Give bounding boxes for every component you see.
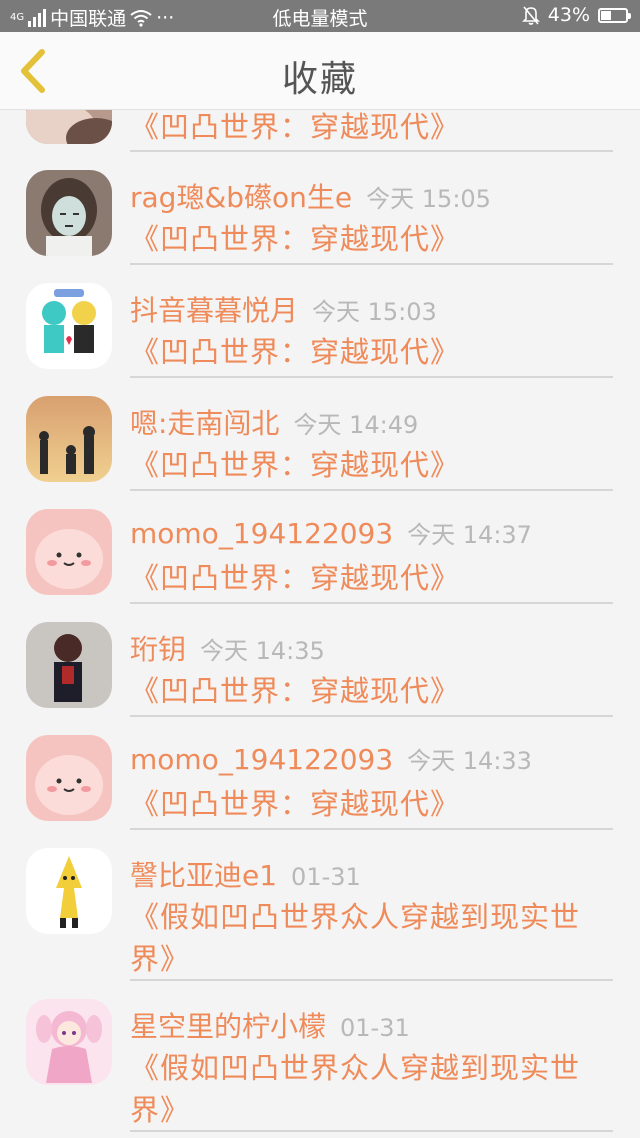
username[interactable]: momo_194122093	[130, 517, 393, 550]
username[interactable]: 珩钥	[130, 633, 186, 666]
timestamp: 01-31	[291, 863, 361, 891]
list-item[interactable]: 星空里的柠小檬 01-31 《假如凹凸世界众人穿越到现实世界》	[0, 995, 640, 1138]
divider	[130, 715, 613, 717]
timestamp: 今天 14:37	[407, 521, 532, 549]
novel-title[interactable]: 《假如凹凸世界众人穿越到现实世界》	[130, 1047, 610, 1131]
mute-bell-icon	[521, 6, 540, 25]
avatar[interactable]	[26, 622, 112, 708]
novel-title[interactable]: 《凹凸世界：穿越现代》	[130, 218, 610, 260]
avatar[interactable]	[26, 999, 112, 1085]
avatar[interactable]	[26, 170, 112, 256]
list-item[interactable]: 珩钥 今天 14:35 《凹凸世界：穿越现代》	[0, 618, 640, 730]
username[interactable]: 星空里的柠小檬	[130, 1010, 326, 1043]
favorites-list: 《凹凸世界：穿越现代》 rag璁&b礤on生e 今天 15:05 《凹凸世界：穿越…	[0, 110, 640, 1138]
divider	[130, 1130, 613, 1132]
divider	[130, 602, 613, 604]
avatar[interactable]	[26, 110, 112, 144]
divider	[130, 263, 613, 265]
username[interactable]: 謦比亚迪e1	[130, 859, 277, 892]
avatar[interactable]	[26, 396, 112, 482]
divider	[130, 376, 613, 378]
novel-title[interactable]: 《凹凸世界：穿越现代》	[130, 557, 610, 599]
timestamp: 今天 14:35	[200, 637, 325, 665]
nav-bar: 收藏	[0, 32, 640, 110]
divider	[130, 979, 613, 981]
page-title: 收藏	[281, 59, 358, 100]
timestamp: 今天 15:03	[312, 298, 437, 326]
battery-percent: 43%	[547, 4, 590, 26]
novel-title[interactable]: 《凹凸世界：穿越现代》	[130, 670, 610, 712]
novel-title[interactable]: 《凹凸世界：穿越现代》	[130, 783, 610, 825]
username[interactable]: 嗯:走南闯北	[130, 407, 279, 440]
list-item[interactable]: 《凹凸世界：穿越现代》	[0, 110, 640, 158]
list-item[interactable]: rag璁&b礤on生e 今天 15:05 《凹凸世界：穿越现代》	[0, 166, 640, 278]
novel-title[interactable]: 《凹凸世界：穿越现代》	[130, 331, 610, 373]
avatar[interactable]	[26, 735, 112, 821]
username[interactable]: momo_194122093	[130, 743, 393, 776]
list-item[interactable]: 抖音暮暮悦月 今天 15:03 《凹凸世界：穿越现代》	[0, 279, 640, 391]
avatar[interactable]	[26, 848, 112, 934]
list-item[interactable]: momo_194122093 今天 14:33 《凹凸世界：穿越现代》	[0, 731, 640, 843]
username[interactable]: 抖音暮暮悦月	[130, 294, 298, 327]
list-item[interactable]: 謦比亚迪e1 01-31 《假如凹凸世界众人穿越到现实世界》	[0, 844, 640, 994]
divider	[130, 489, 613, 491]
novel-title[interactable]: 《凹凸世界：穿越现代》	[130, 444, 610, 486]
list-item[interactable]: momo_194122093 今天 14:37 《凹凸世界：穿越现代》	[0, 505, 640, 617]
username[interactable]: rag璁&b礤on生e	[130, 181, 352, 214]
timestamp: 今天 14:49	[293, 411, 419, 439]
timestamp: 今天 14:33	[407, 747, 532, 775]
status-bar: 4G 中国联通 ··· 低电量模式 43%	[0, 0, 640, 32]
timestamp: 01-31	[340, 1014, 410, 1042]
divider	[130, 828, 613, 830]
list-item[interactable]: 嗯:走南闯北 今天 14:49 《凹凸世界：穿越现代》	[0, 392, 640, 504]
divider	[130, 150, 613, 152]
avatar[interactable]	[26, 283, 112, 369]
novel-title[interactable]: 《凹凸世界：穿越现代》	[130, 110, 610, 148]
timestamp: 今天 15:05	[366, 185, 491, 213]
novel-title[interactable]: 《假如凹凸世界众人穿越到现实世界》	[130, 896, 610, 980]
avatar[interactable]	[26, 509, 112, 595]
battery-icon	[598, 7, 631, 23]
